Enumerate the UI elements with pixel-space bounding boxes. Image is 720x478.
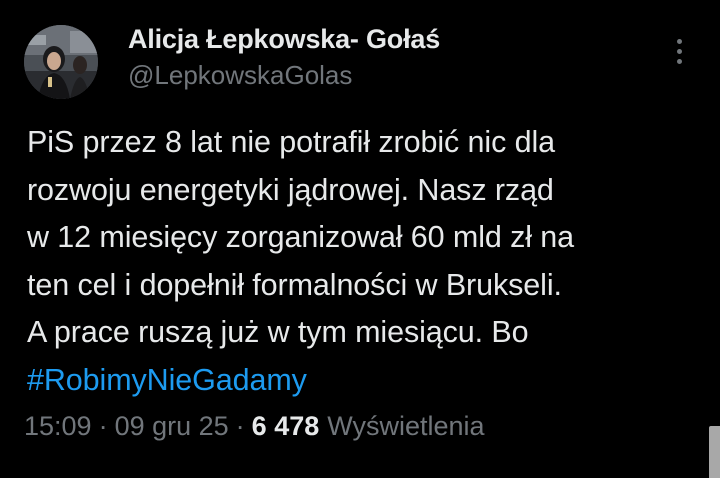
more-vertical-icon bbox=[676, 38, 682, 44]
scrollbar[interactable] bbox=[709, 426, 720, 478]
author-display-name[interactable]: Alicja Łepkowska- Gołaś bbox=[128, 24, 440, 55]
tweet-card: Alicja Łepkowska- Gołaś @LepkowskaGolas … bbox=[0, 0, 720, 478]
tweet-meta: 15:09 · 09 gru 25 · 6 478 Wyświetlenia bbox=[24, 411, 485, 442]
tweet-text-line: w 12 miesięcy zorganizował 60 mld zł na bbox=[27, 220, 575, 254]
more-vertical-icon-dot bbox=[676, 58, 682, 64]
tweet-text-line: ten cel i dopełnił formalności w Bruksel… bbox=[27, 267, 562, 302]
tweet-text: PiS przez 8 lat nie potrafił zrobić nic … bbox=[27, 119, 717, 404]
tweet-time[interactable]: 15:09 bbox=[24, 411, 92, 442]
hashtag-link[interactable]: #RobimyNieGadamy bbox=[27, 363, 307, 397]
tweet-text-line: PiS przez 8 lat nie potrafił zrobić nic … bbox=[27, 125, 556, 159]
avatar-photo bbox=[24, 25, 98, 99]
tweet-date[interactable]: 09 gru 25 bbox=[115, 411, 229, 442]
tweet-text-line: A prace ruszą już w tym miesiącu. Bo bbox=[27, 315, 529, 349]
more-options-button[interactable] bbox=[664, 34, 694, 68]
views-label: Wyświetlenia bbox=[327, 411, 485, 441]
meta-separator: · bbox=[235, 411, 245, 441]
views-count: 6 478 bbox=[251, 411, 320, 441]
more-vertical-icon-dot bbox=[676, 48, 682, 54]
avatar[interactable] bbox=[24, 25, 98, 99]
tweet-text-line: rozwoju energetyki jądrowej. Nasz rząd bbox=[27, 172, 554, 207]
meta-separator: · bbox=[98, 411, 108, 441]
author-handle[interactable]: @LepkowskaGolas bbox=[128, 60, 352, 91]
